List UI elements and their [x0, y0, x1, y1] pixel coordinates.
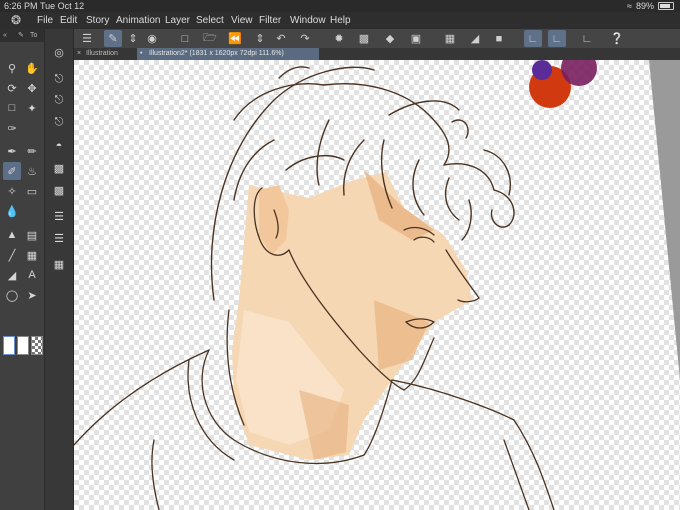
export-icon[interactable]: ⇕	[251, 30, 269, 47]
clear-icon[interactable]: ▦	[441, 30, 459, 47]
airbrush-icon[interactable]: ♨	[23, 162, 41, 180]
move-icon[interactable]: ✥	[23, 79, 41, 97]
sub-tool-2-icon[interactable]: ⎋	[50, 91, 68, 109]
battery-icon	[658, 2, 674, 10]
pen-icon: ✎	[18, 32, 24, 39]
close-tab-icon[interactable]: ×	[77, 48, 81, 60]
fill-layer-icon[interactable]: ◢	[466, 30, 484, 47]
sub-tool-4-icon[interactable]: ◓	[50, 137, 68, 155]
document-tabs: × Illustration • Illustration2* (1831 x …	[74, 48, 680, 60]
new-layer-icon[interactable]: ✎	[104, 30, 122, 47]
drawing-canvas[interactable]	[74, 60, 680, 510]
menu-file[interactable]: File	[37, 12, 53, 29]
menu-icon[interactable]: ☰	[78, 30, 96, 47]
sub-tool-6-icon[interactable]: ▩	[50, 181, 68, 199]
fill-icon[interactable]: ▲	[3, 226, 21, 244]
tool-panel-header: « ✎ To	[0, 29, 44, 42]
undo-icon[interactable]: ↶	[272, 30, 290, 47]
rotate-icon[interactable]: ⟳	[3, 79, 21, 97]
tab-label: Illustration	[86, 50, 118, 57]
line-icon[interactable]: ╱	[3, 246, 21, 264]
gradient-icon[interactable]: ▤	[23, 226, 41, 244]
menu-help[interactable]: Help	[330, 12, 351, 29]
brush-setting-icon[interactable]: ∟	[548, 30, 566, 47]
tab-illustration[interactable]: × Illustration	[74, 48, 146, 60]
layer-stack-icon[interactable]: ☰	[50, 229, 68, 247]
menu-layer[interactable]: Layer	[165, 12, 190, 29]
stepper-icon[interactable]: ⇕	[124, 30, 142, 47]
eraser-icon[interactable]: ▭	[23, 182, 41, 200]
sub-tool-menu-icon[interactable]: ◎	[50, 43, 68, 61]
color-blob-purple	[532, 60, 552, 80]
save-icon[interactable]: ⏪	[226, 30, 244, 47]
stabilize-icon[interactable]: ∟	[524, 30, 542, 47]
menu-window[interactable]: Window	[290, 12, 326, 29]
modified-dot-icon: •	[140, 50, 143, 57]
canvas-artwork	[74, 60, 680, 510]
figure-icon[interactable]: ◢	[3, 266, 21, 284]
layers-icon[interactable]: ☰	[50, 207, 68, 225]
battery-percent: 89%	[635, 1, 654, 11]
sub-tool-5-icon[interactable]: ▩	[50, 159, 68, 177]
fill-icon[interactable]: ◆	[381, 30, 399, 47]
copy-icon[interactable]: ▩	[355, 30, 373, 47]
pen-setting-icon[interactable]: ∟	[578, 30, 596, 47]
invert-icon[interactable]: ■	[490, 30, 508, 47]
hand-icon[interactable]: ✋	[23, 59, 41, 77]
operation-icon[interactable]: ➤	[23, 286, 41, 304]
menu-filter[interactable]: Filter	[259, 12, 281, 29]
collapse-icon[interactable]: «	[3, 29, 7, 42]
brush-icon[interactable]: ✐	[3, 162, 21, 180]
tool-panel-header-label: To	[30, 32, 38, 39]
menu-bar: ❂ File Edit Story Animation Layer Select…	[0, 12, 680, 29]
eyedropper-icon[interactable]: ✑	[3, 119, 21, 137]
sub-color-swatch[interactable]	[17, 336, 29, 355]
zoom-icon[interactable]: ⚲	[3, 59, 21, 77]
menu-animation[interactable]: Animation	[116, 12, 160, 29]
pen-tool-icon[interactable]: ✒	[3, 142, 21, 160]
navigator-icon[interactable]: ▦	[50, 255, 68, 273]
magic-wand-icon[interactable]: ✦	[23, 99, 41, 117]
blend-icon[interactable]: 💧	[3, 202, 21, 220]
help-icon[interactable]: ❔	[608, 30, 626, 47]
menu-select[interactable]: Select	[196, 12, 224, 29]
lasso-icon[interactable]: ◯	[3, 286, 21, 304]
command-bar: ☰ ✎ ⇕ ◉ □ 🗁 ⏪ ⇕ ↶ ↷ ✹ ▩ ◆ ▣ ▦ ◢ ■ ∟ ∟ ∟ …	[74, 29, 680, 49]
open-icon[interactable]: 🗁	[201, 30, 219, 47]
marquee-icon[interactable]: □	[3, 99, 21, 117]
transparent-color-swatch[interactable]	[31, 336, 43, 355]
tool-panel: « ✎ To ⚲ ✋ ⟳ ✥ □ ✦ ✑ ✒ ✏ ✐ ♨ ✧ ▭ 💧 ▲ ▤ ╱…	[0, 29, 45, 510]
new-canvas-icon[interactable]: □	[176, 30, 194, 47]
sub-tool-3-icon[interactable]: ⎋	[50, 113, 68, 131]
status-right: ≈ 89%	[627, 0, 674, 12]
decoration-icon[interactable]: ✧	[3, 182, 21, 200]
redo-icon[interactable]: ↷	[296, 30, 314, 47]
pencil-icon[interactable]: ✏	[23, 142, 41, 160]
text-icon[interactable]: A	[23, 266, 41, 284]
tab-illustration2[interactable]: • Illustration2* (1831 x 1620px 72dpi 11…	[137, 48, 319, 60]
menu-story[interactable]: Story	[86, 12, 109, 29]
loading-icon[interactable]: ✹	[330, 30, 348, 47]
menu-view[interactable]: View	[231, 12, 253, 29]
menu-edit[interactable]: Edit	[60, 12, 77, 29]
sub-tool-1-icon[interactable]: ⎋	[50, 70, 68, 88]
transform-icon[interactable]: ▣	[407, 30, 425, 47]
tab-label: Illustration2* (1831 x 1620px 72dpi 111.…	[149, 50, 284, 57]
status-date: Tue Oct 12	[40, 1, 85, 11]
status-time: 6:26 PM	[4, 1, 38, 11]
ios-status-bar: 6:26 PM Tue Oct 12 ≈ 89%	[0, 0, 680, 12]
wifi-icon: ≈	[627, 1, 632, 11]
main-color-swatch[interactable]	[3, 336, 15, 355]
sub-tool-panel: ◎ ⎋ ⎋ ⎋ ◓ ▩ ▩ ☰ ☰ ▦	[45, 29, 74, 510]
frame-icon[interactable]: ▦	[23, 246, 41, 264]
layer-target-icon[interactable]: ◉	[143, 30, 161, 47]
app-logo-icon[interactable]: ❂	[8, 12, 24, 29]
